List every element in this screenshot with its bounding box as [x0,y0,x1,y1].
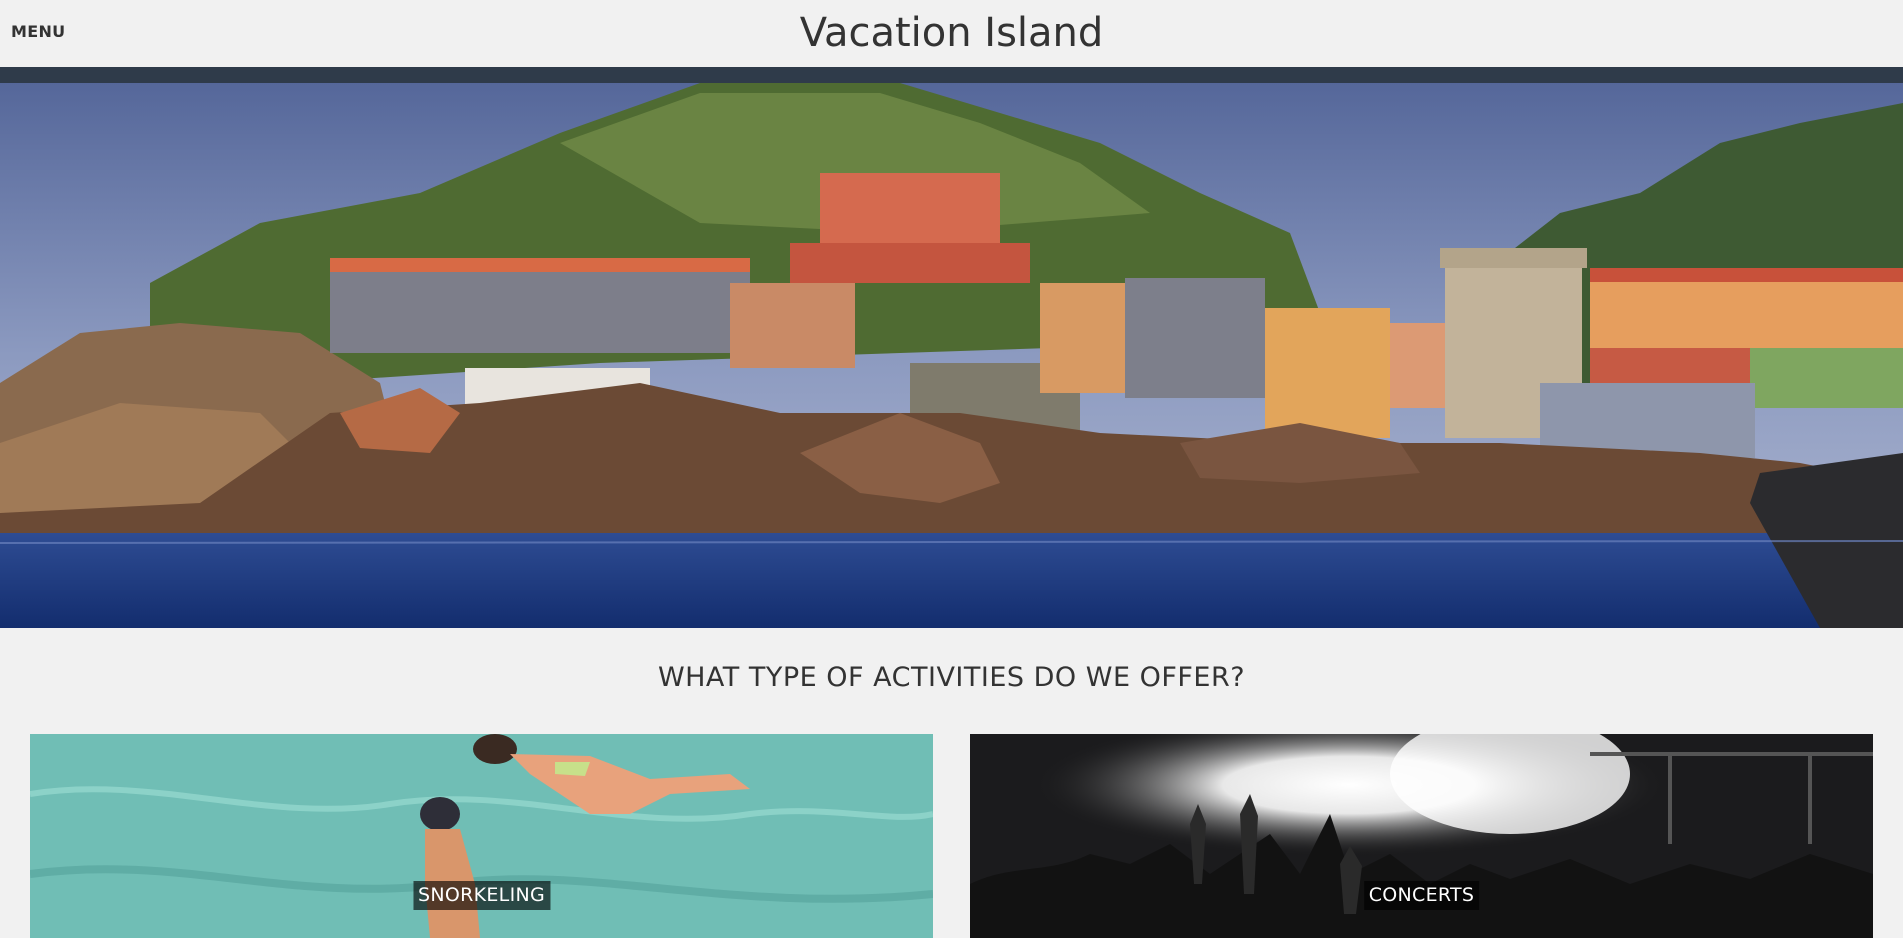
activity-card-snorkeling[interactable]: SNORKELING [30,734,933,938]
activities-heading: WHAT TYPE OF ACTIVITIES DO WE OFFER? [657,662,1246,693]
site-header: MENU Vacation Island [0,0,1903,67]
snorkeling-label: SNORKELING [412,881,551,910]
hero-image [0,83,1903,628]
island-village-illustration [0,83,1903,628]
header-divider-bar [0,67,1903,83]
concerts-label: CONCERTS [1363,881,1480,910]
site-title: Vacation Island [799,10,1104,56]
activity-card-concerts[interactable]: CONCERTS [970,734,1873,938]
